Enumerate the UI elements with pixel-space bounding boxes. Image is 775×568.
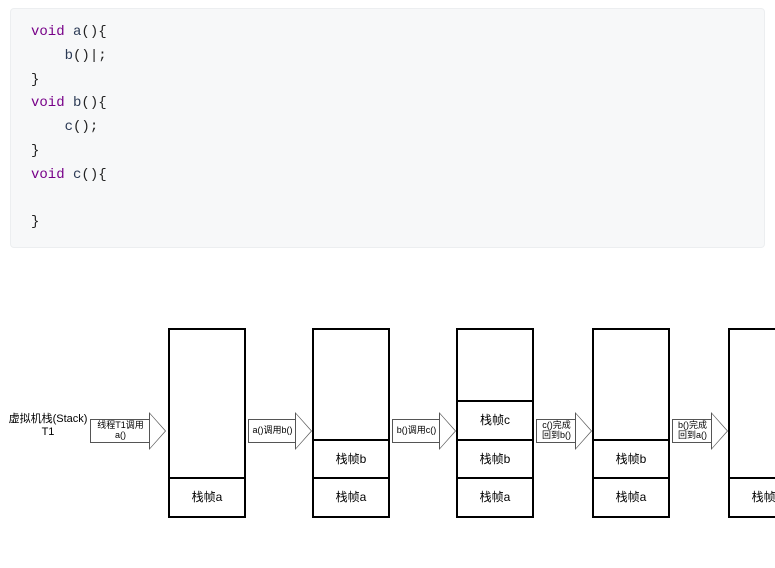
stack-frame: 栈帧a — [458, 477, 532, 516]
arrow-label: b()完成回到a() — [672, 419, 712, 443]
vm-label-line1: 虚拟机栈(Stack) — [9, 413, 88, 425]
code-line: b()|; — [31, 45, 744, 69]
code-line: void c(){ — [31, 164, 744, 188]
stack-frame: 栈帧a — [730, 477, 775, 516]
arrow-label: b()调用c() — [392, 419, 440, 443]
stack-3: 栈帧b栈帧a — [592, 328, 670, 518]
arrow-3: c()完成回到b() — [536, 413, 592, 449]
arrow-head-icon — [150, 413, 166, 449]
arrow-label: 线程T1调用a() — [90, 419, 150, 443]
code-line: } — [31, 69, 744, 93]
arrow-head-icon — [440, 413, 456, 449]
stack-1: 栈帧b栈帧a — [312, 328, 390, 518]
stack-frame: 栈帧a — [170, 477, 244, 516]
vm-stack-label: 虚拟机栈(Stack) T1 — [4, 413, 92, 439]
arrow-2: b()调用c() — [392, 413, 456, 449]
arrow-1: a()调用b() — [248, 413, 312, 449]
stack-frame: 栈帧b — [458, 439, 532, 478]
arrow-0: 线程T1调用a() — [90, 413, 166, 449]
stack-frame: 栈帧b — [594, 439, 668, 478]
arrow-label: a()调用b() — [248, 419, 296, 443]
stack-diagram: 虚拟机栈(Stack) T1 线程T1调用a() a()调用b() b()调用c()… — [0, 298, 775, 538]
stack-0: 栈帧a — [168, 328, 246, 518]
code-line: c(); — [31, 116, 744, 140]
stack-frame: 栈帧a — [594, 477, 668, 516]
arrow-head-icon — [296, 413, 312, 449]
code-line: } — [31, 211, 744, 235]
arrow-label: c()完成回到b() — [536, 419, 576, 443]
stack-frame: 栈帧b — [314, 439, 388, 478]
vm-label-line2: T1 — [42, 426, 55, 438]
arrow-head-icon — [576, 413, 592, 449]
stack-2: 栈帧c栈帧b栈帧a — [456, 328, 534, 518]
code-block: void a(){ b()|;}void b(){ c();}void c(){… — [10, 8, 765, 248]
stack-frame: 栈帧a — [314, 477, 388, 516]
arrow-4: b()完成回到a() — [672, 413, 728, 449]
code-line: void a(){ — [31, 21, 744, 45]
code-line: void b(){ — [31, 92, 744, 116]
stack-frame: 栈帧c — [458, 400, 532, 439]
code-line — [31, 188, 744, 212]
code-line: } — [31, 140, 744, 164]
arrow-head-icon — [712, 413, 728, 449]
stack-4: 栈帧a — [728, 328, 775, 518]
